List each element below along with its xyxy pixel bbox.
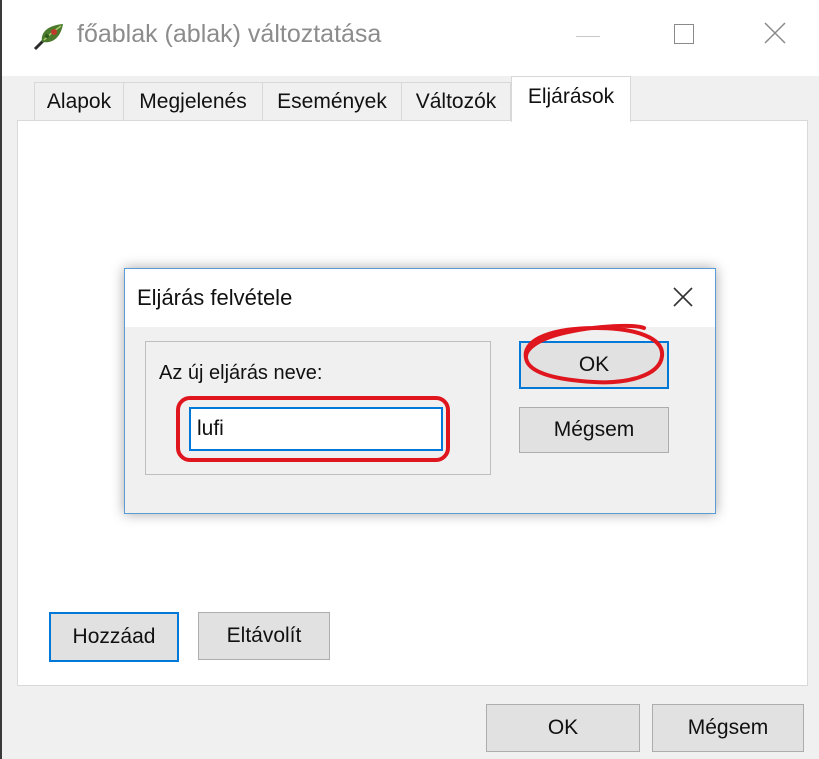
- ok-button[interactable]: OK: [486, 704, 640, 752]
- tab-valtozok[interactable]: Változók: [401, 82, 511, 120]
- tab-megjelenes[interactable]: Megjelenés: [123, 82, 263, 120]
- procedure-name-label: Az új eljárás neve:: [159, 362, 323, 384]
- cancel-button[interactable]: Mégsem: [652, 704, 804, 752]
- close-icon[interactable]: [762, 20, 788, 46]
- dialog-cancel-button[interactable]: Mégsem: [519, 407, 669, 453]
- leaf-icon: [33, 24, 63, 51]
- tab-esemenyek[interactable]: Események: [262, 82, 402, 120]
- maximize-icon[interactable]: [674, 24, 694, 44]
- window-title: főablak (ablak) változtatása: [77, 20, 382, 48]
- close-icon[interactable]: [672, 286, 694, 308]
- remove-button[interactable]: Eltávolít: [198, 612, 330, 660]
- tab-strip: Alapok Megjelenés Események Változók Elj…: [2, 76, 819, 122]
- title-bar: főablak (ablak) változtatása: [2, 0, 819, 76]
- dialog-title-bar: Eljárás felvétele: [125, 269, 715, 327]
- tab-eljarasok[interactable]: Eljárások: [511, 76, 631, 122]
- add-button[interactable]: Hozzáad: [49, 612, 179, 662]
- procedure-name-input[interactable]: [189, 407, 443, 451]
- tab-alapok[interactable]: Alapok: [34, 82, 124, 120]
- minimize-icon[interactable]: [576, 36, 600, 37]
- dialog-title: Eljárás felvétele: [137, 285, 293, 310]
- add-procedure-dialog: Eljárás felvétele Az új eljárás neve: OK…: [124, 268, 716, 514]
- dialog-ok-button[interactable]: OK: [519, 341, 669, 389]
